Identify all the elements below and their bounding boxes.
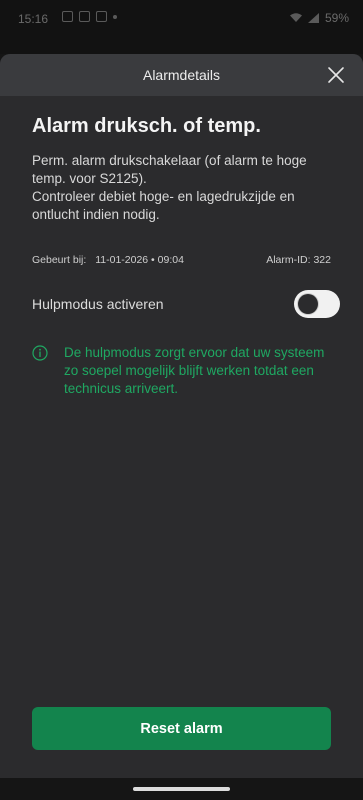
alarm-details-sheet: Alarmdetails Alarm druksch. of temp. Per… — [0, 54, 363, 778]
mail-icon — [96, 11, 107, 22]
help-mode-label: Hulpmodus activeren — [32, 296, 164, 312]
help-mode-info: De hulpmodus zorgt ervoor dat uw systeem… — [32, 344, 332, 398]
status-time: 15:16 — [18, 12, 49, 26]
sheet-title: Alarmdetails — [142, 67, 221, 83]
sheet-header: Alarmdetails — [0, 54, 363, 96]
alarm-meta: Gebeurt bij: 11-01-2026 • 09:04 Alarm-ID… — [32, 254, 331, 266]
alarm-description: Perm. alarm drukschakelaar (of alarm te … — [32, 152, 332, 224]
info-icon — [32, 345, 48, 361]
wifi-icon — [289, 13, 302, 22]
alarm-description-line-1: Perm. alarm drukschakelaar (of alarm te … — [32, 153, 307, 186]
status-right-icons: 59% — [289, 11, 349, 25]
status-bar: 15:16 59% — [0, 0, 363, 54]
notification-dot-icon — [113, 15, 117, 19]
toggle-knob — [298, 294, 318, 314]
close-icon[interactable] — [327, 66, 345, 84]
status-left-icons — [62, 11, 117, 22]
alarm-description-line-2: Controleer debiet hoge- en lagedrukzijde… — [32, 189, 295, 222]
help-mode-row: Hulpmodus activeren — [32, 290, 340, 318]
home-indicator[interactable] — [133, 787, 230, 791]
reset-alarm-button[interactable]: Reset alarm — [32, 707, 331, 750]
occurred-at: Gebeurt bij: 11-01-2026 • 09:04 — [32, 254, 190, 266]
occurred-label: Gebeurt bij: — [32, 254, 87, 266]
alarm-id: Alarm-ID: 322 — [266, 254, 331, 266]
message-icon — [79, 11, 90, 22]
help-mode-info-text: De hulpmodus zorgt ervoor dat uw systeem… — [64, 345, 325, 396]
occurred-value: 11-01-2026 • 09:04 — [95, 254, 184, 266]
alarm-title: Alarm druksch. of temp. — [32, 115, 261, 137]
navigation-bar — [0, 778, 363, 800]
help-mode-toggle[interactable] — [294, 290, 340, 318]
battery-level: 59% — [324, 11, 349, 25]
signal-icon — [62, 11, 73, 22]
signal-bars-icon — [307, 13, 319, 23]
